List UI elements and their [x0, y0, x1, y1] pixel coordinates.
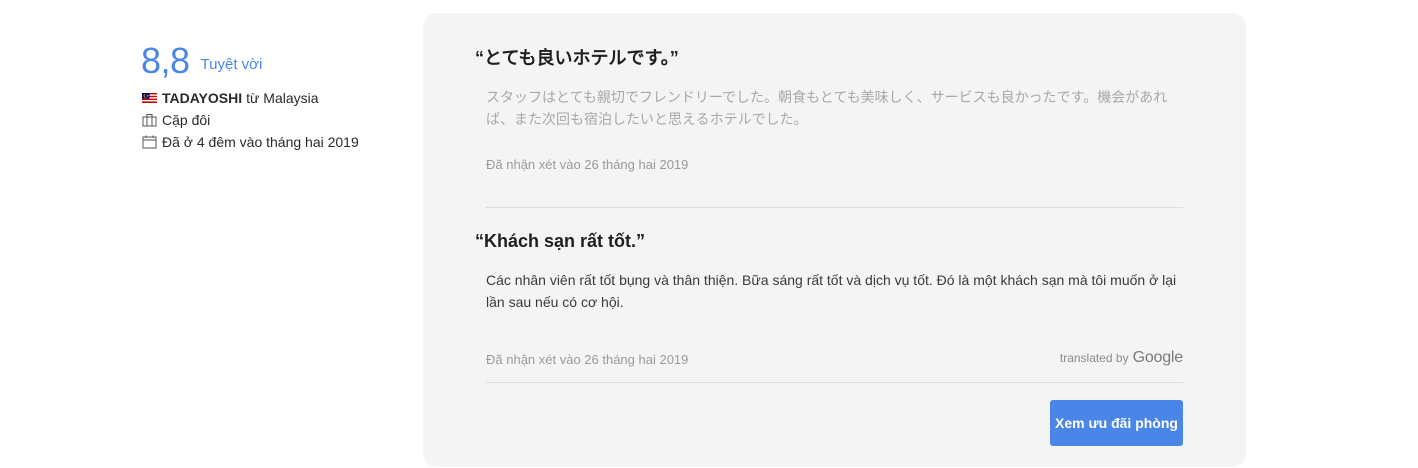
view-room-deals-button[interactable]: Xem ưu đãi phòng	[1050, 400, 1183, 446]
review-date-translated: Đã nhận xét vào 26 tháng hai 2019	[486, 352, 689, 367]
review-card: “とても良いホテルです。” スタッフはとても親切でフレンドリーでした。朝食もとて…	[423, 13, 1246, 467]
stay-line: Đã ở 4 đêm vào tháng hai 2019	[141, 131, 401, 153]
luggage-icon	[141, 113, 157, 127]
review-title-translated: “Khách sạn rất tốt.”	[475, 231, 646, 251]
score-label: Tuyệt vời	[200, 56, 263, 73]
divider	[486, 207, 1183, 208]
google-logo: Google	[1132, 349, 1184, 366]
reviewer-line: TADAYOSHI từ Malaysia	[141, 87, 401, 109]
reviewer-name: TADAYOSHI	[162, 90, 243, 106]
score-row: 8,8 Tuyệt vời	[141, 42, 401, 80]
reviewer-origin: từ Malaysia	[246, 90, 319, 106]
review-page: 8,8 Tuyệt vời TADAYOSHI từ Malaysia Cặp …	[0, 0, 1418, 468]
review-score: 8,8	[141, 40, 190, 81]
traveler-type: Cặp đôi	[162, 112, 211, 128]
translated-by-google: translated by Google	[1060, 349, 1183, 367]
stay-details: Đã ở 4 đêm vào tháng hai 2019	[162, 134, 359, 150]
calendar-icon	[141, 135, 157, 149]
translated-by-label: translated by	[1059, 351, 1129, 365]
divider	[486, 382, 1183, 383]
review-date-original: Đã nhận xét vào 26 tháng hai 2019	[486, 157, 689, 172]
review-body-original: スタッフはとても親切でフレンドリーでした。朝食もとても美味しく、サービスも良かっ…	[486, 89, 1168, 127]
reviewer-info: 8,8 Tuyệt vời TADAYOSHI từ Malaysia Cặp …	[141, 42, 401, 153]
review-title-original: “とても良いホテルです。”	[475, 48, 679, 68]
traveler-type-line: Cặp đôi	[141, 109, 401, 131]
review-body-translated: Các nhân viên rất tốt bụng và thân thiện…	[486, 272, 1177, 310]
malaysia-flag-icon	[141, 91, 157, 105]
